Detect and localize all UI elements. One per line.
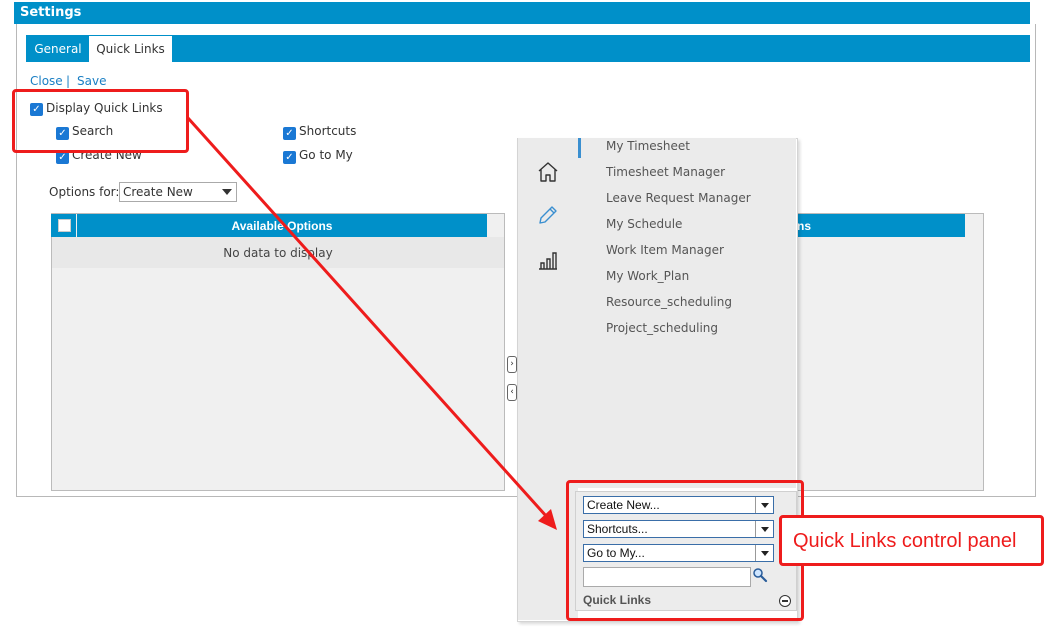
home-icon[interactable] — [536, 160, 560, 184]
flyout-item[interactable]: My Schedule — [606, 217, 682, 231]
link-separator: | — [66, 74, 71, 88]
tab-general[interactable]: General — [27, 36, 89, 62]
tab-quick-links[interactable]: Quick Links — [89, 36, 172, 62]
flyout-item[interactable]: Resource_scheduling — [606, 295, 732, 309]
move-right-button[interactable]: › — [507, 356, 517, 373]
flyout-item[interactable]: My Timesheet — [606, 139, 690, 153]
go-to-my-checkbox[interactable]: ✓ — [283, 151, 296, 164]
options-for-label: Options for: — [49, 185, 120, 199]
display-quick-links-highlight — [12, 89, 189, 153]
active-item-indicator — [578, 138, 581, 158]
close-link[interactable]: Close — [30, 74, 63, 88]
available-options-header: Available Options — [77, 214, 487, 237]
shortcuts-checkbox[interactable]: ✓ — [283, 127, 296, 140]
control-panel-highlight — [566, 480, 804, 621]
options-for-select[interactable]: Create New — [119, 182, 237, 202]
empty-grid-message: No data to display — [52, 237, 504, 268]
select-all-checkbox[interactable] — [58, 219, 71, 232]
save-link[interactable]: Save — [77, 74, 106, 88]
flyout-item[interactable]: Work Item Manager — [606, 243, 724, 257]
annotation-callout: Quick Links control panel — [779, 515, 1044, 566]
flyout-item[interactable]: Timesheet Manager — [606, 165, 725, 179]
tab-strip — [26, 35, 1030, 62]
shortcuts-option-label: Shortcuts — [299, 124, 357, 138]
pencil-icon[interactable] — [536, 203, 560, 227]
selected-options-header: ns — [797, 214, 965, 237]
bar-chart-icon[interactable] — [536, 248, 560, 272]
flyout-item[interactable]: Leave Request Manager — [606, 191, 751, 205]
go-to-my-option-label: Go to My — [299, 148, 353, 162]
chevron-down-icon — [222, 189, 232, 195]
options-for-value: Create New — [123, 185, 193, 199]
move-left-button[interactable]: ‹ — [507, 384, 517, 401]
flyout-item[interactable]: My Work_Plan — [606, 269, 689, 283]
flyout-item[interactable]: Project_scheduling — [606, 321, 718, 335]
selected-options-grid — [797, 213, 984, 491]
window-title: Settings — [14, 2, 1030, 24]
